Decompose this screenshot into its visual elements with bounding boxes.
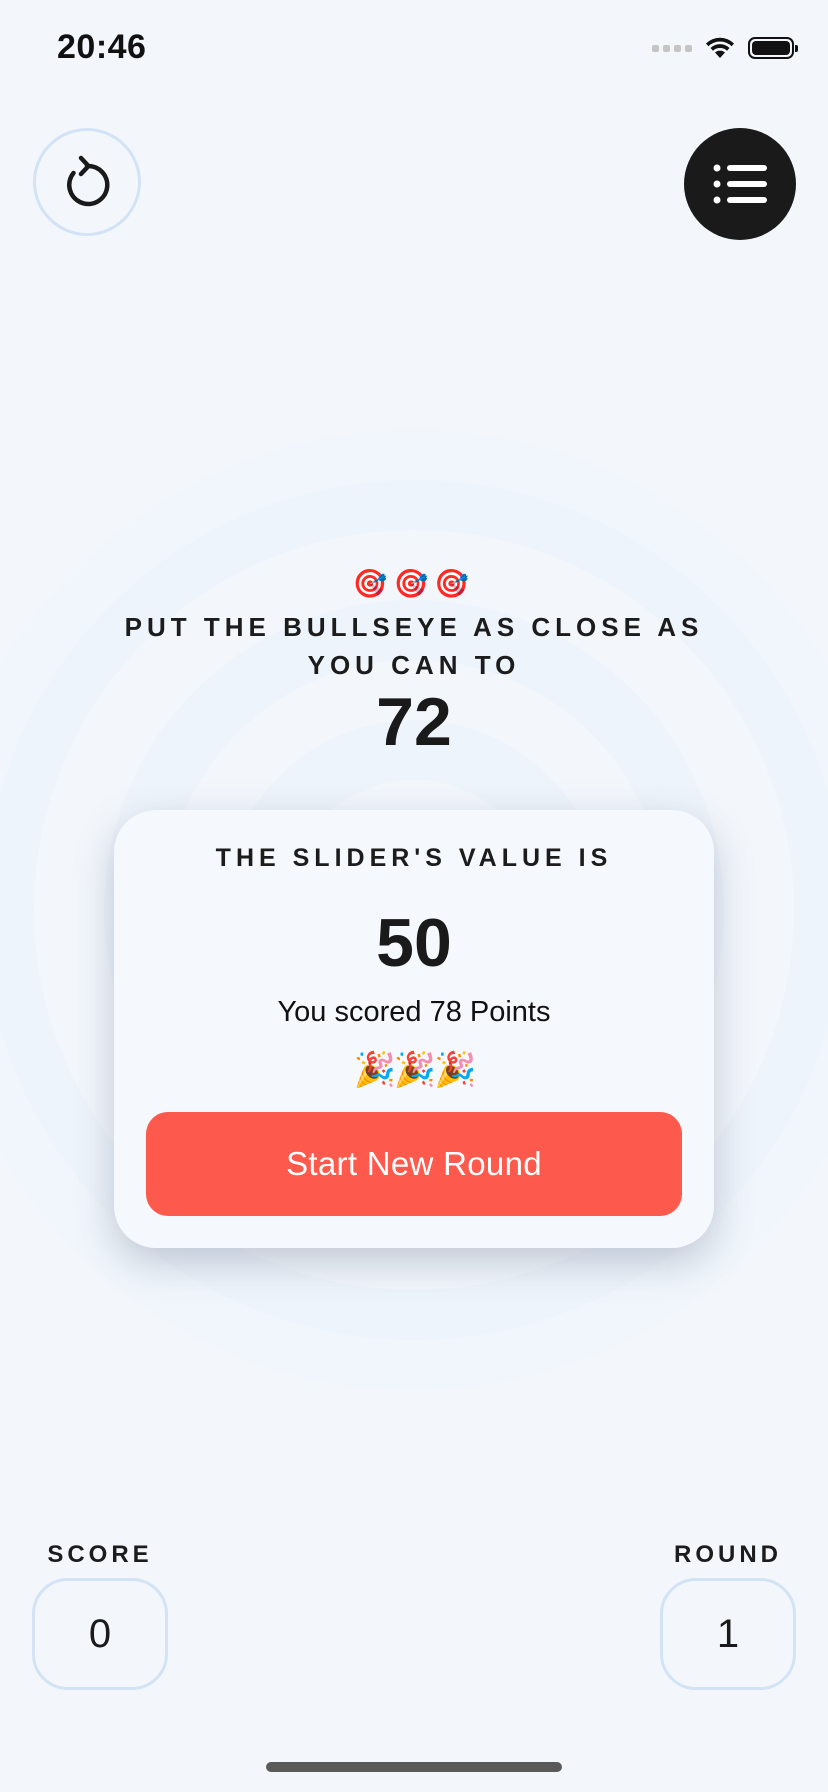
slider-value: 50 — [376, 905, 452, 981]
party-emoji: 🎉🎉🎉 — [353, 1051, 476, 1089]
card-heading: THE SLIDER'S VALUE IS — [215, 844, 613, 872]
instruction-text: PUT THE BULLSEYE AS CLOSE AS YOU CAN TO — [124, 612, 704, 680]
round-stat: ROUND 1 — [658, 1540, 798, 1690]
restart-button[interactable] — [33, 128, 141, 236]
round-label: ROUND — [674, 1541, 782, 1568]
signal-icon — [652, 44, 692, 52]
target-value: 72 — [376, 684, 452, 760]
battery-icon — [748, 37, 798, 59]
restart-icon — [67, 155, 110, 207]
status-time: 20:46 — [57, 28, 147, 66]
home-indicator[interactable] — [266, 1762, 562, 1772]
wifi-icon — [706, 37, 734, 58]
start-new-round-button[interactable]: Start New Round — [146, 1112, 682, 1216]
score-label: SCORE — [47, 1541, 153, 1568]
result-card: THE SLIDER'S VALUE IS 50 You scored 78 P… — [114, 810, 714, 1248]
list-icon — [713, 164, 767, 204]
status-icons — [652, 36, 798, 60]
bullseye-emoji: 🎯🎯🎯 — [352, 568, 476, 599]
status-bar: 20:46 — [0, 0, 828, 100]
score-value: 0 — [32, 1578, 168, 1690]
score-stat: SCORE 0 — [30, 1540, 170, 1690]
round-value: 1 — [660, 1578, 796, 1690]
leaderboard-button[interactable] — [684, 128, 796, 240]
target-section: 🎯🎯🎯 PUT THE BULLSEYE AS CLOSE AS YOU CAN… — [0, 566, 828, 758]
game-screen: 20:46 🎯🎯🎯 PUT THE BULLSEYE AS CLOSE AS Y… — [0, 0, 828, 1792]
score-message: You scored 78 Points — [277, 996, 551, 1028]
